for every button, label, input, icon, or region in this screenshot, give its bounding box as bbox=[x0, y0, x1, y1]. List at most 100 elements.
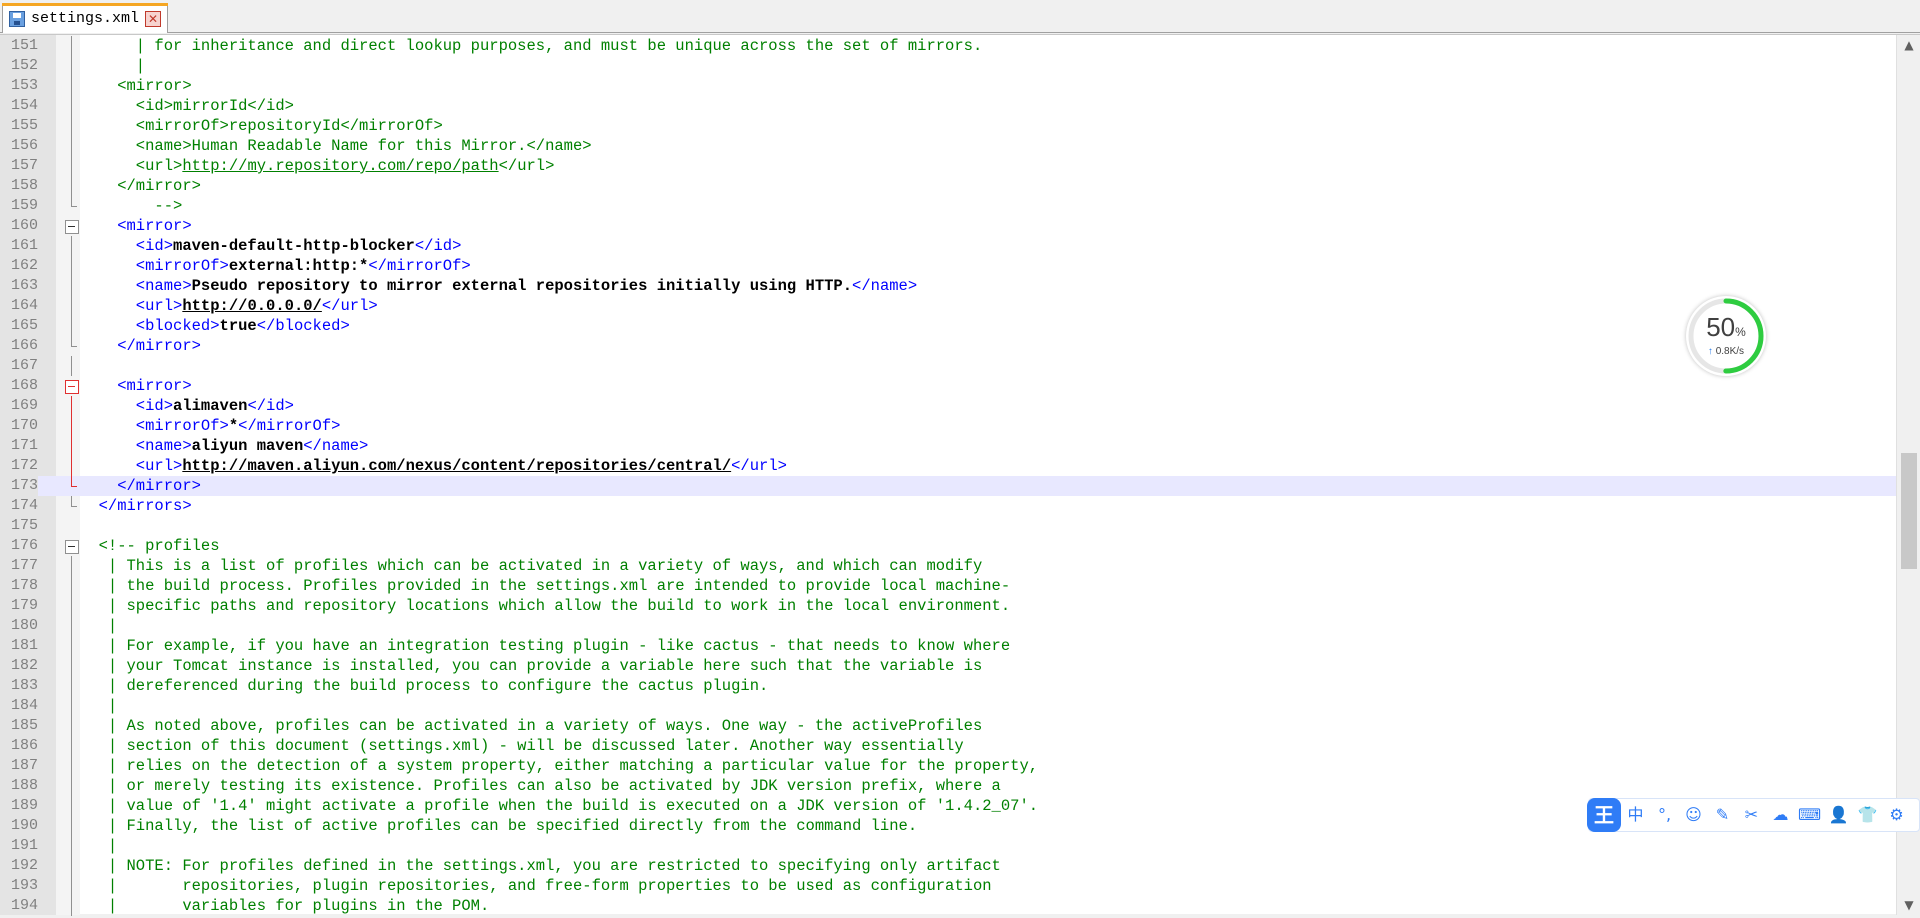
line-number: 161 bbox=[10, 237, 38, 254]
ime-skin-icon[interactable]: 👕 bbox=[1853, 798, 1882, 832]
code-line[interactable]: 166 </mirror> bbox=[0, 336, 1896, 356]
ime-punctuation-icon[interactable]: °, bbox=[1650, 798, 1679, 832]
fold-guide bbox=[64, 116, 78, 136]
ime-settings-icon[interactable]: ⚙ bbox=[1882, 798, 1911, 832]
fold-guide bbox=[64, 636, 78, 656]
line-number: 173 bbox=[0, 476, 38, 496]
code-line[interactable]: 165 <blocked>true</blocked> bbox=[0, 316, 1896, 336]
scroll-up-icon[interactable]: ▲ bbox=[1897, 35, 1920, 55]
code-line[interactable]: 168 <mirror> bbox=[0, 376, 1896, 396]
code-line[interactable]: 180 | bbox=[0, 616, 1896, 636]
close-icon[interactable]: ✕ bbox=[145, 10, 162, 27]
fold-guide bbox=[64, 556, 78, 576]
code-token: </mirror> bbox=[80, 337, 201, 355]
code-line[interactable]: 164 <url>http://0.0.0.0/</url> bbox=[0, 296, 1896, 316]
code-line[interactable]: 157 <url>http://my.repository.com/repo/p… bbox=[0, 156, 1896, 176]
code-text: | the build process. Profiles provided i… bbox=[80, 576, 1010, 596]
code-line[interactable]: 163 <name>Pseudo repository to mirror ex… bbox=[0, 276, 1896, 296]
fold-guide bbox=[64, 856, 78, 876]
code-token: Pseudo repository to mirror external rep… bbox=[191, 277, 853, 295]
line-number: 177 bbox=[10, 557, 38, 574]
line-number: 185 bbox=[10, 717, 38, 734]
code-line[interactable]: 179 | specific paths and repository loca… bbox=[0, 596, 1896, 616]
ime-keyboard-icon[interactable]: ⌨ bbox=[1795, 798, 1824, 832]
code-line[interactable]: 162 <mirrorOf>external:http:*</mirrorOf> bbox=[0, 256, 1896, 276]
code-line[interactable]: 172 <url>http://maven.aliyun.com/nexus/c… bbox=[0, 456, 1896, 476]
code-line[interactable]: 160 <mirror> bbox=[0, 216, 1896, 236]
code-line[interactable]: 153 <mirror> bbox=[0, 76, 1896, 96]
code-line[interactable]: 194 | variables for plugins in the POM. bbox=[0, 896, 1896, 916]
code-token: --> bbox=[80, 197, 183, 215]
code-token: | variables for plugins in the POM. bbox=[80, 897, 490, 915]
code-line[interactable]: 174 </mirrors> bbox=[0, 496, 1896, 516]
ime-emoji-icon[interactable]: ☺ bbox=[1679, 798, 1708, 832]
code-token: | NOTE: For profiles defined in the sett… bbox=[80, 857, 1001, 875]
fold-toggle-icon[interactable] bbox=[64, 376, 79, 396]
code-line[interactable]: 193 | repositories, plugin repositories,… bbox=[0, 876, 1896, 896]
code-line[interactable]: 167 bbox=[0, 356, 1896, 376]
ime-cloud-icon[interactable]: ☁ bbox=[1766, 798, 1795, 832]
code-line[interactable]: 155 <mirrorOf>repositoryId</mirrorOf> bbox=[0, 116, 1896, 136]
code-token: <mirror> bbox=[80, 377, 192, 395]
code-line[interactable]: 159 --> bbox=[0, 196, 1896, 216]
code-line[interactable]: 154 <id>mirrorId</id> bbox=[0, 96, 1896, 116]
line-number: 178 bbox=[10, 577, 38, 594]
code-line[interactable]: 171 <name>aliyun maven</name> bbox=[0, 436, 1896, 456]
code-line[interactable]: 173 </mirror> bbox=[0, 476, 1896, 496]
ime-screenshot-icon[interactable]: ✂ bbox=[1737, 798, 1766, 832]
code-line[interactable]: 175 bbox=[0, 516, 1896, 536]
line-number: 152 bbox=[10, 57, 38, 74]
code-line[interactable]: 152 | bbox=[0, 56, 1896, 76]
code-line[interactable]: 158 </mirror> bbox=[0, 176, 1896, 196]
code-line[interactable]: 185 | As noted above, profiles can be ac… bbox=[0, 716, 1896, 736]
code-line[interactable]: 191 | bbox=[0, 836, 1896, 856]
fold-toggle-icon[interactable] bbox=[64, 216, 79, 236]
upload-speed: ↑ 0.8K/s bbox=[1686, 346, 1766, 357]
line-number: 165 bbox=[10, 317, 38, 334]
line-number: 176 bbox=[10, 537, 38, 554]
code-token: | section of this document (settings.xml… bbox=[80, 737, 964, 755]
code-line[interactable]: 151 | for inheritance and direct lookup … bbox=[0, 36, 1896, 56]
code-line[interactable]: 156 <name>Human Readable Name for this M… bbox=[0, 136, 1896, 156]
code-token: <url> bbox=[80, 457, 183, 475]
code-line[interactable]: 184 | bbox=[0, 696, 1896, 716]
code-line[interactable]: 161 <id>maven-default-http-blocker</id> bbox=[0, 236, 1896, 256]
code-line[interactable]: 188 | or merely testing its existence. P… bbox=[0, 776, 1896, 796]
code-line[interactable]: 183 | dereferenced during the build proc… bbox=[0, 676, 1896, 696]
code-token: </url> bbox=[498, 157, 555, 175]
code-line[interactable]: 187 | relies on the detection of a syste… bbox=[0, 756, 1896, 776]
code-line[interactable]: 178 | the build process. Profiles provid… bbox=[0, 576, 1896, 596]
code-text: | bbox=[80, 56, 145, 76]
code-line[interactable]: 181 | For example, if you have an integr… bbox=[0, 636, 1896, 656]
tab-settings-xml[interactable]: settings.xml ✕ bbox=[2, 3, 169, 33]
ime-user-icon[interactable]: 👤 bbox=[1824, 798, 1853, 832]
fold-guide bbox=[64, 56, 78, 76]
code-line[interactable]: 177 | This is a list of profiles which c… bbox=[0, 556, 1896, 576]
scroll-down-icon[interactable]: ▼ bbox=[1897, 895, 1920, 915]
line-number: 181 bbox=[10, 637, 38, 654]
code-line[interactable]: 170 <mirrorOf>*</mirrorOf> bbox=[0, 416, 1896, 436]
code-text: | or merely testing its existence. Profi… bbox=[80, 776, 1001, 796]
speed-value: 0.8K/s bbox=[1715, 346, 1745, 357]
line-number: 187 bbox=[10, 757, 38, 774]
scrollbar-thumb[interactable] bbox=[1901, 453, 1917, 569]
code-token: http://0.0.0.0/ bbox=[182, 297, 322, 315]
ime-logo-icon[interactable]: 王 bbox=[1587, 798, 1621, 832]
code-line[interactable]: 169 <id>alimaven</id> bbox=[0, 396, 1896, 416]
code-line[interactable]: 192 | NOTE: For profiles defined in the … bbox=[0, 856, 1896, 876]
code-line[interactable]: 176 <!-- profiles bbox=[0, 536, 1896, 556]
ime-handwriting-icon[interactable]: ✎ bbox=[1708, 798, 1737, 832]
line-number: 186 bbox=[10, 737, 38, 754]
line-number: 159 bbox=[10, 197, 38, 214]
code-line[interactable]: 186 | section of this document (settings… bbox=[0, 736, 1896, 756]
code-text: | This is a list of profiles which can b… bbox=[80, 556, 982, 576]
vertical-scrollbar[interactable]: ▲ ▼ bbox=[1896, 35, 1920, 915]
fold-toggle-icon[interactable] bbox=[64, 536, 79, 556]
ime-chinese-mode-icon[interactable]: 中 bbox=[1621, 798, 1650, 832]
code-line[interactable]: 182 | your Tomcat instance is installed,… bbox=[0, 656, 1896, 676]
code-text: <name>Human Readable Name for this Mirro… bbox=[80, 136, 592, 156]
network-speed-widget[interactable]: 50% ↑ 0.8K/s bbox=[1686, 296, 1766, 376]
code-text: | Finally, the list of active profiles c… bbox=[80, 816, 917, 836]
code-editor[interactable]: 151 | for inheritance and direct lookup … bbox=[0, 34, 1920, 916]
code-token: | relies on the detection of a system pr… bbox=[80, 757, 1039, 775]
